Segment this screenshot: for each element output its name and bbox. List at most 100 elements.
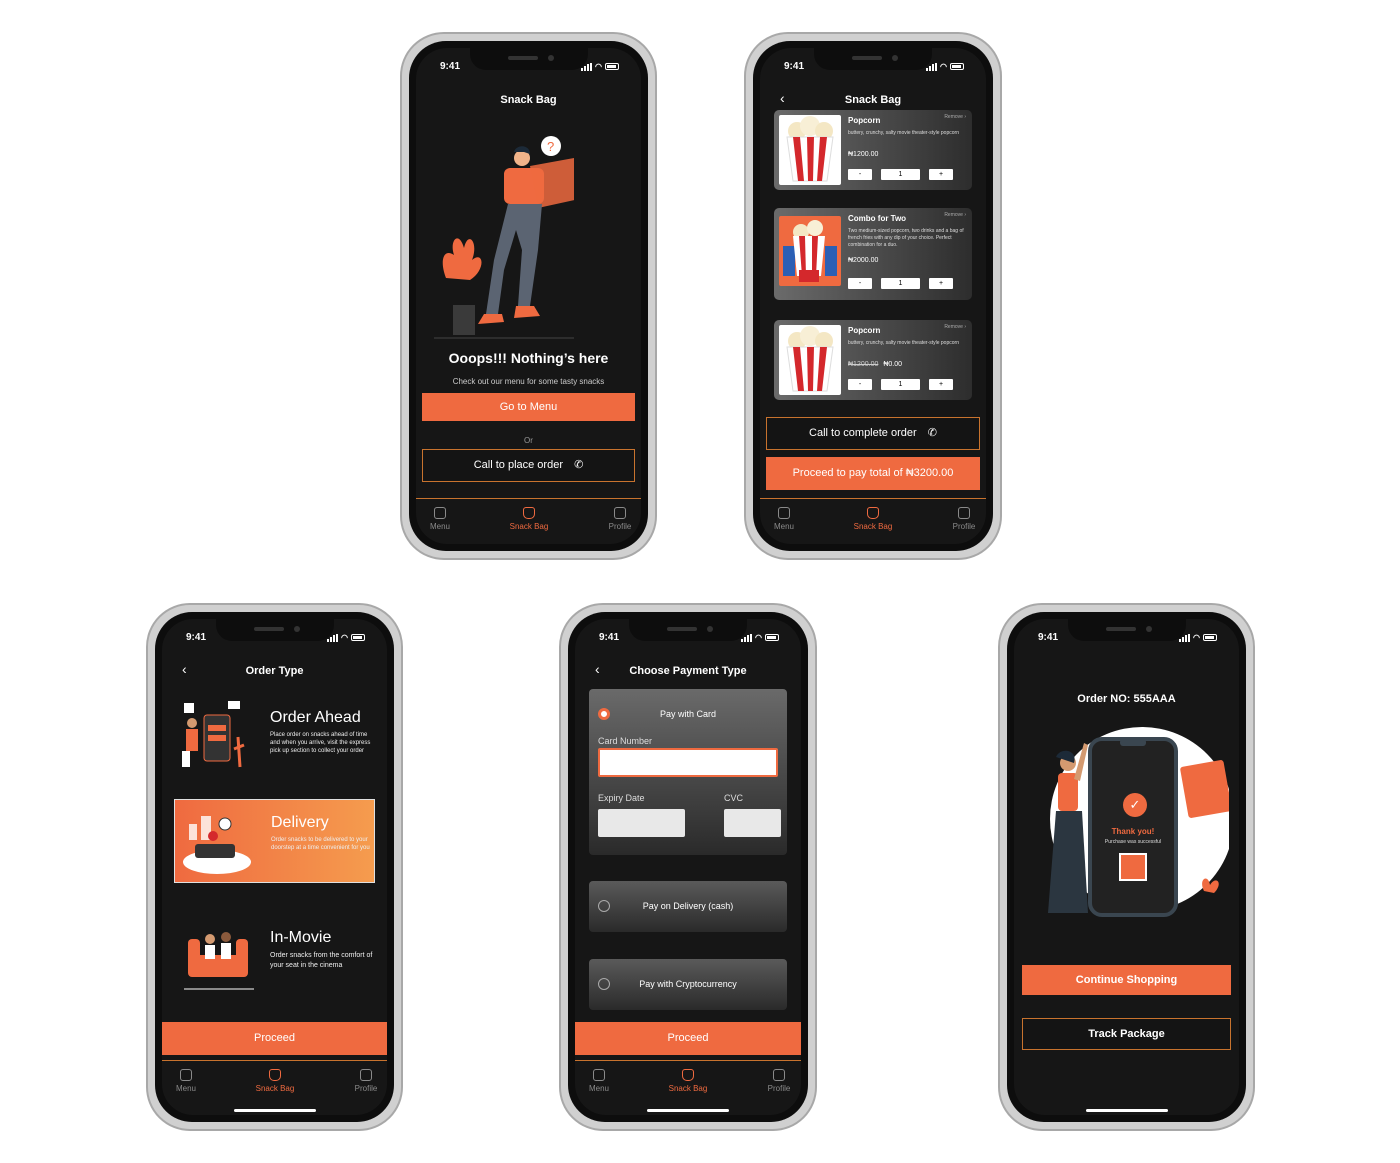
tab-snack-bag[interactable]: Snack Bag <box>499 507 559 531</box>
empty-subtext: Check out our menu for some tasty snacks <box>452 377 605 386</box>
call-to-complete-order-button[interactable]: Call to complete order ✆ <box>766 417 980 450</box>
status-time: 9:41 <box>599 632 620 643</box>
quantity-stepper: - 1 + <box>848 278 953 289</box>
svg-text:?: ? <box>547 139 554 154</box>
tab-snack-bag[interactable]: Snack Bag <box>843 507 903 531</box>
status-bar: 9:41 ◠ <box>162 632 387 646</box>
card-number-label: Card Number <box>598 736 653 746</box>
crypto-option-label: Pay with Cryptocurrency <box>639 979 737 989</box>
quantity-field[interactable]: 1 <box>881 278 920 289</box>
signal-icon <box>741 633 753 642</box>
tab-bar: Menu Snack Bag Profile <box>416 498 641 544</box>
battery-icon <box>605 63 619 70</box>
tab-profile[interactable]: Profile <box>749 1069 801 1093</box>
signal-icon <box>1179 633 1191 642</box>
screen-order-success: 9:41 ◠ Order NO: 555AAA ✓ Thank you! Pur… <box>1014 619 1239 1115</box>
card-number-input[interactable] <box>598 748 778 777</box>
status-bar: 9:41 ◠ <box>575 632 801 646</box>
wifi-icon: ◠ <box>595 62 602 71</box>
proceed-to-pay-button[interactable]: Proceed to pay total of ₦3200.00 <box>766 457 980 490</box>
tab-menu[interactable]: Menu <box>162 1069 216 1093</box>
status-time: 9:41 <box>440 61 461 72</box>
quantity-field[interactable]: 1 <box>881 169 920 180</box>
item-old-price: ₦1200.00 <box>848 361 879 368</box>
status-bar: 9:41 ◠ <box>416 61 641 75</box>
page-title: Snack Bag <box>500 94 557 106</box>
profile-icon <box>360 1069 372 1081</box>
tab-menu-label: Menu <box>588 1084 609 1093</box>
go-to-menu-button[interactable]: Go to Menu <box>422 393 635 421</box>
wifi-icon: ◠ <box>755 633 762 642</box>
remove-label: Remove <box>944 212 963 218</box>
screen-payment-type: 9:41 ◠ ‹ Choose Payment Type Pay with Ca… <box>575 619 801 1115</box>
decrement-button[interactable]: - <box>848 379 872 390</box>
tab-profile[interactable]: Profile <box>934 507 986 531</box>
screen-empty-bag: 9:41 ◠ Snack Bag ? Ooops!!! Nothing’s he… <box>416 48 641 544</box>
expiry-date-label: Expiry Date <box>598 793 645 803</box>
increment-button[interactable]: + <box>929 278 953 289</box>
tab-menu[interactable]: Menu <box>416 507 470 531</box>
tab-menu-label: Menu <box>175 1084 196 1093</box>
track-package-button[interactable]: Track Package <box>1022 1018 1231 1050</box>
tab-snack-bag[interactable]: Snack Bag <box>658 1069 718 1093</box>
expiry-date-input[interactable] <box>598 809 685 837</box>
proceed-button[interactable]: Proceed <box>575 1022 801 1055</box>
tab-profile-label: Profile <box>952 522 976 531</box>
thank-you-text: Thank you! <box>1111 827 1155 836</box>
menu-icon <box>434 507 446 519</box>
signal-icon <box>926 62 938 71</box>
item-price: ₦0.00 <box>883 361 902 368</box>
tab-menu-label: Menu <box>773 522 794 531</box>
wifi-icon: ◠ <box>940 62 947 71</box>
tab-snack-bag[interactable]: Snack Bag <box>245 1069 305 1093</box>
item-name: Popcorn <box>848 326 881 335</box>
tab-profile[interactable]: Profile <box>336 1069 387 1093</box>
pay-on-delivery-option[interactable]: Pay on Delivery (cash) <box>589 881 787 932</box>
check-circle-icon: ✓ <box>1123 793 1147 817</box>
tab-profile[interactable]: Profile <box>590 507 641 531</box>
order-ahead-option[interactable]: Order Ahead Place order on snacks ahead … <box>174 689 375 779</box>
decrement-button[interactable]: - <box>848 169 872 180</box>
cash-option-label: Pay on Delivery (cash) <box>642 901 734 911</box>
tab-profile-label: Profile <box>608 522 632 531</box>
cvc-input[interactable] <box>724 809 781 837</box>
screen-order-type: 9:41 ◠ ‹ Order Type Order Ahead Place or… <box>162 619 387 1115</box>
call-button-label: Call to place order <box>473 459 563 471</box>
delivery-option[interactable]: Delivery Order snacks to be delivered to… <box>174 799 375 883</box>
option-description: Place order on snacks ahead of time and … <box>270 732 371 754</box>
page-title: Snack Bag <box>844 94 902 106</box>
continue-shopping-button[interactable]: Continue Shopping <box>1022 965 1231 995</box>
tab-profile-label: Profile <box>354 1084 378 1093</box>
remove-button[interactable]: Remove › <box>944 114 966 120</box>
home-indicator <box>647 1109 729 1112</box>
tab-menu[interactable]: Menu <box>760 507 814 531</box>
quantity-field[interactable]: 1 <box>881 379 920 390</box>
remove-label: Remove <box>944 114 963 120</box>
proceed-button[interactable]: Proceed <box>162 1022 387 1055</box>
remove-button[interactable]: Remove › <box>944 212 966 218</box>
remove-button[interactable]: Remove › <box>944 324 966 330</box>
tab-menu[interactable]: Menu <box>575 1069 629 1093</box>
battery-icon <box>351 634 365 641</box>
item-name: Popcorn <box>848 116 881 125</box>
cart-item: Popcorn Remove › buttery, crunchy, salty… <box>774 110 972 190</box>
quantity-stepper: - 1 + <box>848 379 953 390</box>
pay-with-crypto-option[interactable]: Pay with Cryptocurrency <box>589 959 787 1010</box>
phone-payment-type: 9:41 ◠ ‹ Choose Payment Type Pay with Ca… <box>559 603 817 1131</box>
call-button-label: Call to complete order <box>809 427 917 439</box>
increment-button[interactable]: + <box>929 379 953 390</box>
call-to-place-order-button[interactable]: Call to place order ✆ <box>422 449 635 482</box>
order-number: Order NO: 555AAA <box>1077 693 1176 705</box>
decrement-button[interactable]: - <box>848 278 872 289</box>
pay-with-card-panel: Pay with Card Card Number Expiry Date CV… <box>589 689 787 855</box>
in-movie-option[interactable]: In-Movie Order snacks from the comfort o… <box>174 915 375 1005</box>
option-description: Order snacks to be delivered to your doo… <box>271 837 370 851</box>
empty-heading: Ooops!!! Nothing’s here <box>448 350 609 366</box>
tab-snack-bag-label: Snack Bag <box>853 522 893 531</box>
success-illustration: ✓ Thank you! Purchase was successful <box>1024 723 1229 933</box>
menu-icon <box>593 1069 605 1081</box>
purchase-success-text: Purchase was successful <box>1104 839 1162 845</box>
increment-button[interactable]: + <box>929 169 953 180</box>
tab-snack-bag-label: Snack Bag <box>509 522 549 531</box>
in-movie-illustration <box>184 932 254 990</box>
